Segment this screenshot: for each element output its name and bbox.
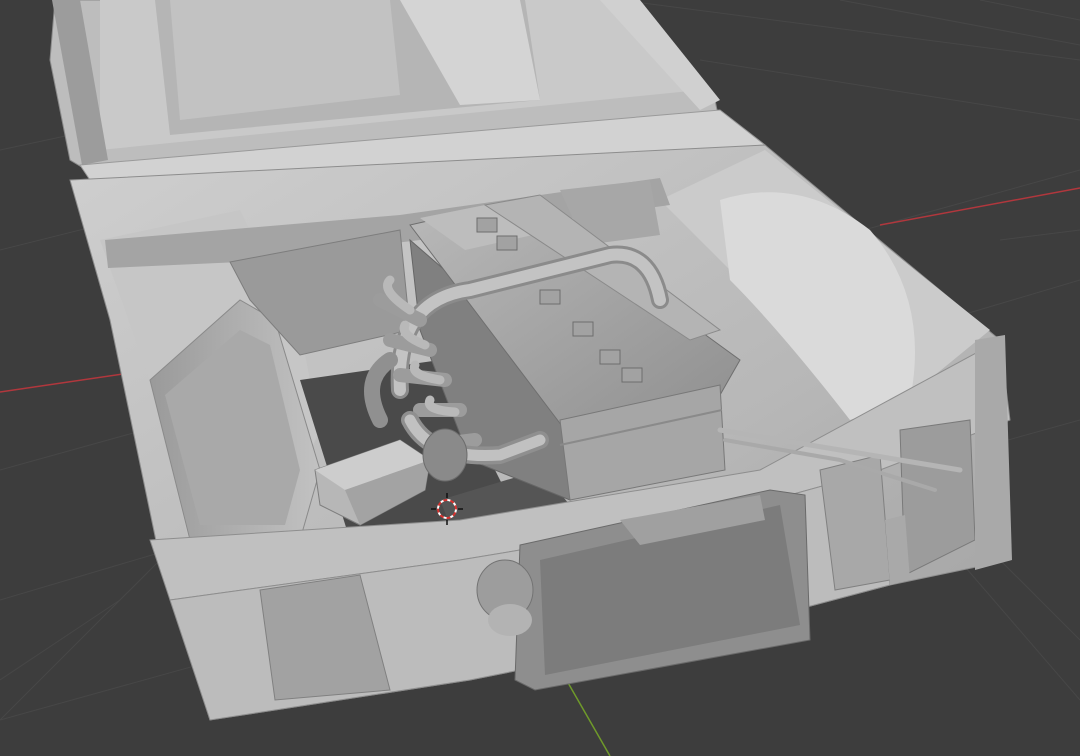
viewport-canvas[interactable] (0, 0, 1080, 756)
3d-viewport[interactable] (0, 0, 1080, 756)
x-axis-line-right (879, 187, 1080, 226)
